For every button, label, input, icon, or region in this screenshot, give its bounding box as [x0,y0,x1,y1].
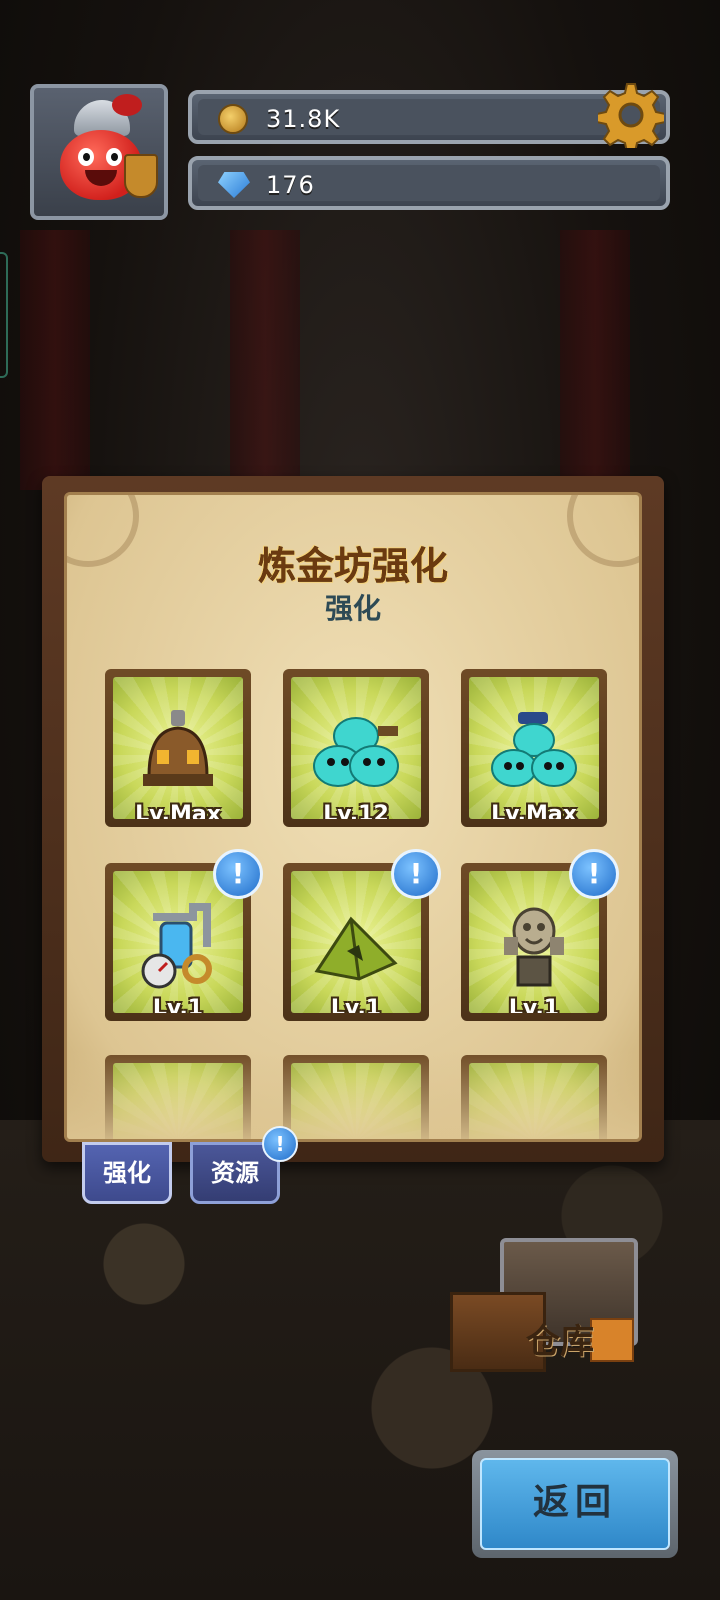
gem-amount: 176 [266,171,315,199]
level-label: Lv.1 [330,996,382,1013]
gem-bar: 176 [188,156,670,210]
gear-icon[interactable] [598,82,664,148]
plume-icon [112,94,142,116]
slime-workers-icon [491,711,577,787]
scroll-fade [67,1051,639,1139]
back-button-label: 返回 [480,1458,670,1550]
curtain-mid [230,230,300,490]
curtain-right [560,230,630,490]
upgrade-card-statue[interactable]: Lv.1 ! [461,849,619,1021]
upgrade-card-furnace[interactable]: Lv.Max [105,669,251,827]
coin-amount: 31.8K [266,105,341,133]
alchemy-furnace-icon [143,709,213,786]
upgrade-card-slime-workers[interactable]: Lv.Max [461,669,607,827]
side-edge-tab [0,252,8,378]
upgrade-card-pipe-machine[interactable]: Lv.1 ! [105,849,263,1021]
level-label: Lv.12 [323,802,389,819]
level-label: Lv.Max [135,802,221,819]
notification-badge: ! [391,849,441,899]
back-button[interactable]: 返回 [472,1450,678,1558]
curtain-left [20,230,90,490]
warehouse-label[interactable]: 仓库 [526,1314,594,1363]
slime-miners-icon [313,716,399,787]
upgrade-panel: 炼金坊强化 强化 Lv.Max Lv.12 Lv.Max Lv.1 ! Lv.1… [64,492,642,1142]
player-avatar[interactable] [30,84,168,220]
level-label: Lv.Max [491,802,577,819]
level-label: Lv.1 [152,996,204,1013]
tent-icon [314,916,398,981]
level-label: Lv.1 [508,996,560,1013]
notification-badge: ! [213,849,263,899]
upgrade-card-tent[interactable]: Lv.1 ! [283,849,441,1021]
pipe-gauge-machine-icon [141,902,212,989]
warehouse-building[interactable] [440,1228,650,1388]
coin-icon [218,104,248,134]
notification-badge: ! [262,1126,298,1162]
notification-badge: ! [569,849,619,899]
gift-box-icon [590,1318,634,1362]
upgrade-card-slime-miners[interactable]: Lv.12 [283,669,429,827]
panel-subtitle: 强化 [324,592,381,625]
panel-title: 炼金坊强化 [257,544,448,588]
shield-icon [124,154,158,198]
tab-upgrade[interactable]: 强化 [82,1142,172,1204]
slime-statue-icon [504,907,564,987]
